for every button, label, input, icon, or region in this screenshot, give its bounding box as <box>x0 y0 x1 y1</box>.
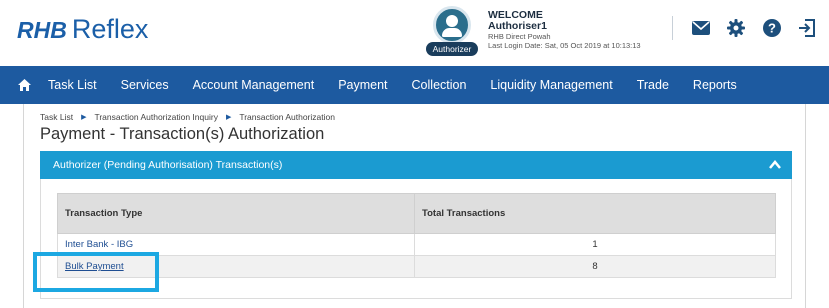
header-divider <box>672 16 673 40</box>
nav-item-liquidity-management[interactable]: Liquidity Management <box>478 66 624 104</box>
nav-item-services[interactable]: Services <box>109 66 181 104</box>
logo-product: Reflex <box>71 14 149 44</box>
nav-item-collection[interactable]: Collection <box>400 66 479 104</box>
chevron-right-icon: ▶ <box>81 114 87 121</box>
table-row: Inter Bank - IBG 1 <box>57 233 776 256</box>
nav-item-task-list[interactable]: Task List <box>48 66 109 104</box>
home-icon[interactable] <box>0 66 48 104</box>
page-title: Payment - Transaction(s) Authorization <box>40 125 325 143</box>
table-row: Bulk Payment 8 <box>57 255 776 278</box>
avatar <box>433 6 471 44</box>
panel-header[interactable]: Authorizer (Pending Authorisation) Trans… <box>40 151 792 179</box>
user-icon <box>446 15 458 27</box>
nav-item-account-management[interactable]: Account Management <box>181 66 327 104</box>
user-name: Authoriser1 <box>488 20 547 32</box>
breadcrumb: Task List ▶ Transaction Authorization In… <box>40 112 335 122</box>
logo-brand: RHB <box>17 17 67 43</box>
nav-item-trade[interactable]: Trade <box>625 66 681 104</box>
company-name: RHB Direct Powah <box>488 32 551 41</box>
breadcrumb-current: Transaction Authorization <box>239 112 335 122</box>
transactions-table: Transaction Type Total Transactions Inte… <box>57 193 776 278</box>
last-login: Last Login Date: Sat, 05 Oct 2019 at 10:… <box>488 41 641 50</box>
column-header-transaction-type[interactable]: Transaction Type <box>57 193 415 234</box>
chevron-right-icon: ▶ <box>225 114 232 121</box>
main-nav: Task List Services Account Management Pa… <box>0 66 829 104</box>
app-header: RHB Reflex Authorizer WELCOME Authoriser… <box>0 0 829 66</box>
column-header-total-transactions[interactable]: Total Transactions <box>414 193 776 234</box>
mail-icon[interactable] <box>690 17 712 39</box>
panel-title: Authorizer (Pending Authorisation) Trans… <box>53 159 283 171</box>
total-transactions-cell: 1 <box>414 233 776 256</box>
help-icon[interactable]: ? <box>761 17 783 39</box>
breadcrumb-authorization-inquiry[interactable]: Transaction Authorization Inquiry <box>94 112 217 122</box>
user-avatar-block[interactable]: Authorizer <box>426 6 478 58</box>
nav-item-payment[interactable]: Payment <box>326 66 399 104</box>
logout-icon[interactable] <box>796 17 818 39</box>
total-transactions-cell: 8 <box>414 255 776 278</box>
user-icon-body <box>442 28 462 37</box>
role-badge: Authorizer <box>426 42 478 56</box>
chevron-up-icon[interactable] <box>768 158 782 172</box>
highlight-box <box>33 252 159 292</box>
gear-icon[interactable] <box>725 17 747 39</box>
svg-text:?: ? <box>768 21 776 36</box>
app-logo[interactable]: RHB Reflex <box>17 14 148 48</box>
nav-item-reports[interactable]: Reports <box>681 66 749 104</box>
welcome-block: WELCOME Authoriser1 RHB Direct Powah Las… <box>488 10 688 51</box>
breadcrumb-task-list[interactable]: Task List <box>40 112 73 122</box>
